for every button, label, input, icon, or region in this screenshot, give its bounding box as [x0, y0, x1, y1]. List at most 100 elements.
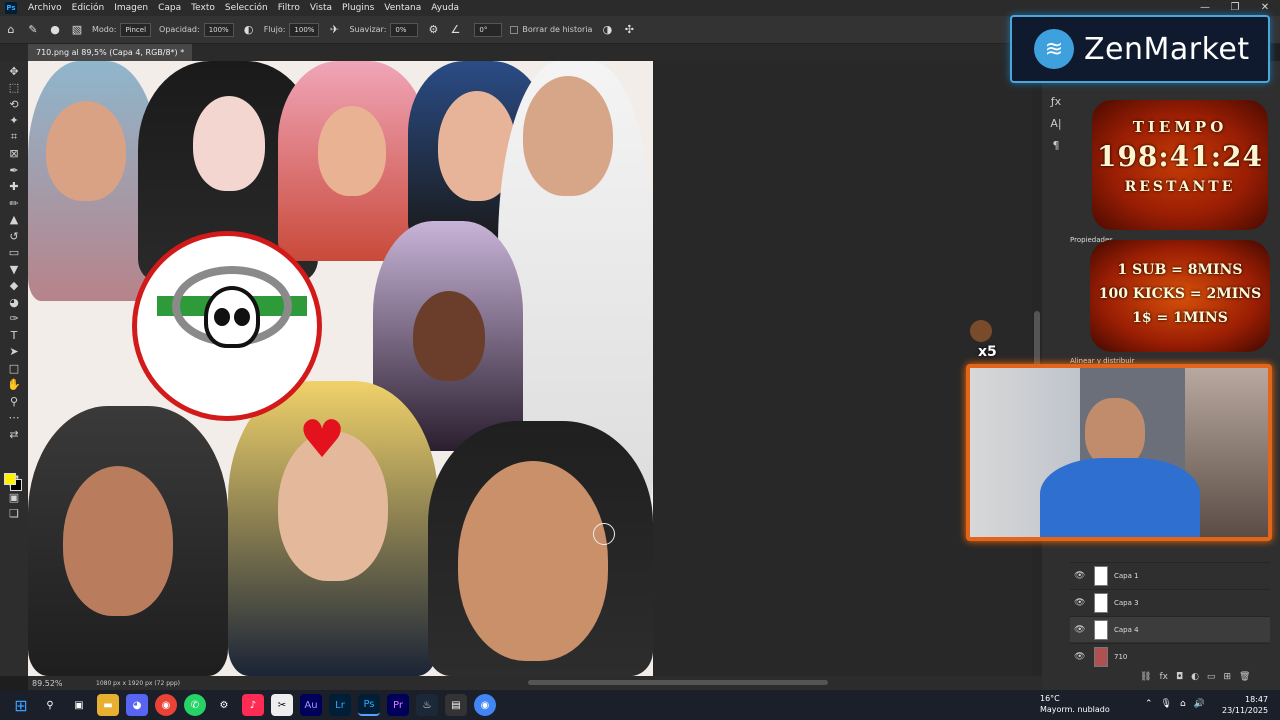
- task-view-icon[interactable]: ▣: [68, 694, 90, 716]
- trash-icon[interactable]: 🗑: [1239, 672, 1250, 682]
- eraser-icon[interactable]: ▭: [4, 245, 24, 262]
- new-layer-icon[interactable]: ⊞: [1223, 672, 1231, 682]
- layer-row[interactable]: 👁 Capa 3: [1070, 589, 1270, 615]
- lightroom-icon[interactable]: Lr: [329, 694, 351, 716]
- close-button[interactable]: ✕: [1250, 0, 1280, 16]
- color-swap-icon[interactable]: ⇄: [4, 426, 24, 443]
- windows-start-icon[interactable]: ⊞: [10, 694, 32, 716]
- chevron-up-icon[interactable]: ⌃: [1145, 699, 1153, 709]
- chrome-icon[interactable]: ◉: [155, 694, 177, 716]
- pressure-opacity-icon[interactable]: ◐: [242, 23, 256, 37]
- menu-seleccion[interactable]: Selección: [220, 0, 273, 16]
- menu-texto[interactable]: Texto: [186, 0, 220, 16]
- foreground-color-swatch[interactable]: [4, 473, 16, 485]
- chrome-2-icon[interactable]: ◉: [474, 694, 496, 716]
- menu-filtro[interactable]: Filtro: [273, 0, 305, 16]
- marquee-tool-icon[interactable]: ⬚: [4, 80, 24, 97]
- document-canvas[interactable]: ♥: [28, 61, 653, 676]
- capcut-icon[interactable]: ✂: [271, 694, 293, 716]
- pen-tool-icon[interactable]: ✑: [4, 311, 24, 328]
- layer-name[interactable]: 710: [1114, 653, 1127, 661]
- fx-icon[interactable]: fx: [1159, 672, 1168, 682]
- visibility-eye-icon[interactable]: 👁: [1074, 598, 1088, 608]
- frame-tool-icon[interactable]: ⊠: [4, 146, 24, 163]
- brush-tool-icon[interactable]: ✏: [4, 195, 24, 212]
- angle-field[interactable]: 0°: [474, 22, 503, 37]
- menu-capa[interactable]: Capa: [153, 0, 186, 16]
- layer-row[interactable]: 👁 Capa 1: [1070, 562, 1270, 588]
- adjustment-layer-icon[interactable]: ◐: [1191, 672, 1199, 682]
- audition-icon[interactable]: Au: [300, 694, 322, 716]
- gear-icon[interactable]: ⚙: [426, 23, 440, 37]
- doc-info[interactable]: 1080 px x 1920 px (72 ppp): [96, 680, 180, 687]
- clock[interactable]: 18:47 23/11/2025: [1222, 694, 1268, 716]
- eyedropper-icon[interactable]: ✒: [4, 162, 24, 179]
- paragraph-icon[interactable]: ¶: [1053, 139, 1060, 161]
- airbrush-icon[interactable]: ✈: [327, 23, 341, 37]
- move-tool-icon[interactable]: ✥: [4, 63, 24, 80]
- layer-row-active[interactable]: 👁 Capa 4: [1070, 616, 1270, 642]
- whatsapp-icon[interactable]: ✆: [184, 694, 206, 716]
- home-icon[interactable]: ⌂: [4, 23, 18, 37]
- menu-vista[interactable]: Vista: [305, 0, 337, 16]
- eraser-tool-icon[interactable]: ✎: [26, 23, 40, 37]
- microphone-icon[interactable]: 🎙: [1161, 699, 1172, 709]
- lasso-tool-icon[interactable]: ⟲: [4, 96, 24, 113]
- character-icon[interactable]: A|: [1050, 117, 1061, 139]
- weather-widget[interactable]: 16°C Mayorm. nublado: [1040, 693, 1110, 715]
- menu-ayuda[interactable]: Ayuda: [426, 0, 464, 16]
- flow-field[interactable]: 100%: [289, 22, 320, 37]
- steam-icon[interactable]: ♨: [416, 694, 438, 716]
- dodge-tool-icon[interactable]: ◕: [4, 294, 24, 311]
- network-icon[interactable]: ⌂: [1180, 699, 1186, 709]
- terminal-icon[interactable]: ▤: [445, 694, 467, 716]
- layer-name[interactable]: Capa 1: [1114, 572, 1139, 580]
- premiere-icon[interactable]: Pr: [387, 694, 409, 716]
- more-tools-icon[interactable]: ⋯: [4, 410, 24, 427]
- crop-tool-icon[interactable]: ⌗: [4, 129, 24, 146]
- visibility-eye-icon[interactable]: 👁: [1074, 652, 1088, 662]
- volume-icon[interactable]: 🔊: [1194, 699, 1205, 709]
- file-explorer-icon[interactable]: ▬: [97, 694, 119, 716]
- mode-select[interactable]: Pincel: [120, 22, 152, 37]
- menu-imagen[interactable]: Imagen: [109, 0, 153, 16]
- screen-mode-icon[interactable]: ▣: [4, 489, 24, 506]
- path-select-icon[interactable]: ➤: [4, 344, 24, 361]
- smooth-field[interactable]: 0%: [390, 22, 419, 37]
- zoom-tool-icon[interactable]: ⚲: [4, 393, 24, 410]
- search-icon[interactable]: ⚲: [39, 694, 61, 716]
- layer-name[interactable]: Capa 4: [1114, 626, 1139, 634]
- brush-settings-icon[interactable]: ▧: [70, 23, 84, 37]
- photoshop-icon[interactable]: Ps: [358, 694, 380, 716]
- steam-app-icon[interactable]: ⚙: [213, 694, 235, 716]
- paint-bucket-icon[interactable]: ▼: [4, 261, 24, 278]
- menu-plugins[interactable]: Plugins: [337, 0, 379, 16]
- opacity-field[interactable]: 100%: [203, 22, 234, 37]
- artboard-icon[interactable]: ❏: [4, 506, 24, 523]
- quick-select-icon[interactable]: ✦: [4, 113, 24, 130]
- history-brush-icon[interactable]: ↺: [4, 228, 24, 245]
- document-tab[interactable]: 710.png al 89,5% (Capa 4, RGB/8*) *: [28, 44, 193, 61]
- blur-tool-icon[interactable]: ◆: [4, 278, 24, 295]
- healing-brush-icon[interactable]: ✚: [4, 179, 24, 196]
- rectangle-tool-icon[interactable]: □: [4, 360, 24, 377]
- adjustments-icon[interactable]: ƒx: [1051, 95, 1061, 117]
- type-tool-icon[interactable]: T: [4, 327, 24, 344]
- symmetry-icon[interactable]: ✣: [622, 23, 636, 37]
- menu-edicion[interactable]: Edición: [67, 0, 110, 16]
- tiktok-icon[interactable]: ♪: [242, 694, 264, 716]
- menu-archivo[interactable]: Archivo: [23, 0, 67, 16]
- angle-icon[interactable]: ∠: [448, 23, 462, 37]
- group-icon[interactable]: ▭: [1207, 672, 1216, 682]
- visibility-eye-icon[interactable]: 👁: [1074, 571, 1088, 581]
- link-layers-icon[interactable]: ⛓: [1140, 672, 1151, 682]
- history-checkbox[interactable]: [510, 25, 519, 34]
- horizontal-scroll-thumb[interactable]: [528, 680, 828, 685]
- maximize-button[interactable]: ❐: [1220, 0, 1250, 16]
- pressure-size-icon[interactable]: ◑: [600, 23, 614, 37]
- layer-row[interactable]: 👁 710: [1070, 643, 1270, 669]
- layer-name[interactable]: Capa 3: [1114, 599, 1139, 607]
- menu-ventana[interactable]: Ventana: [379, 0, 426, 16]
- hand-tool-icon[interactable]: ✋: [4, 377, 24, 394]
- visibility-eye-icon[interactable]: 👁: [1074, 625, 1088, 635]
